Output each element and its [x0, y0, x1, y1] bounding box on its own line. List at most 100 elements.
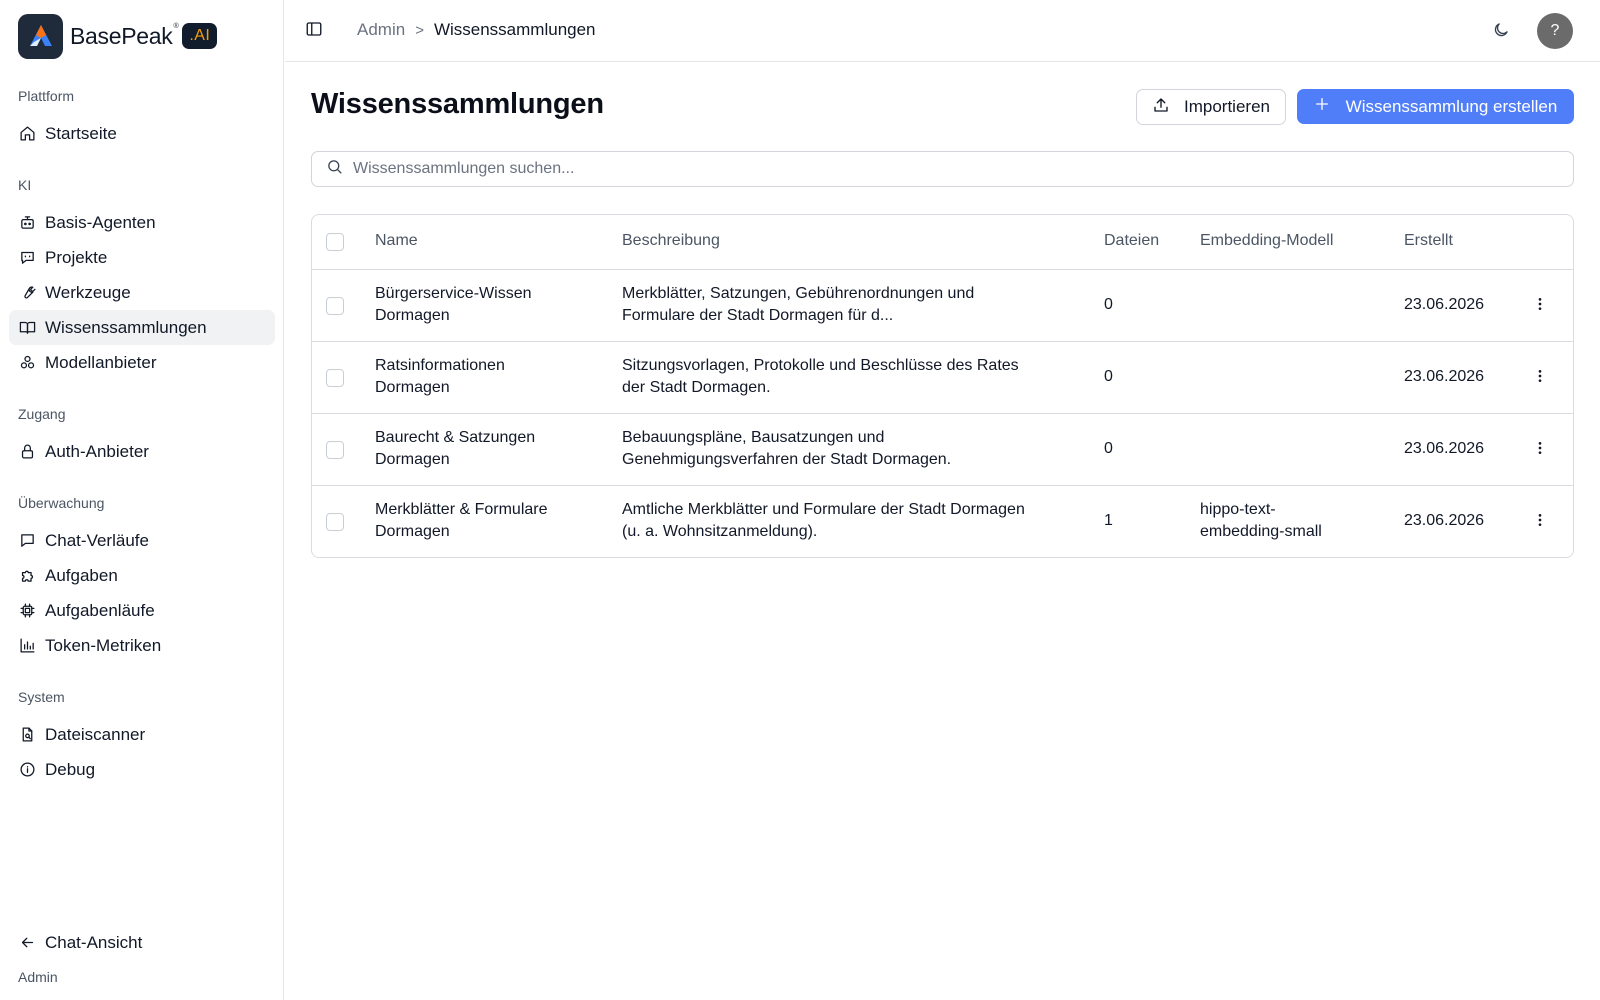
chat-icon	[18, 532, 36, 550]
theme-toggle-button[interactable]	[1489, 20, 1513, 44]
row-actions-button[interactable]	[1530, 294, 1550, 318]
search-input[interactable]	[353, 160, 1533, 178]
sidebar-item-label: Token-Metriken	[45, 635, 162, 655]
search-icon	[326, 158, 343, 180]
sidebar-item-label: Werkzeuge	[45, 282, 131, 302]
sidebar-item-wissenssammlungen[interactable]: Wissenssammlungen	[9, 310, 275, 345]
breadcrumb-current: Wissenssammlungen	[433, 20, 596, 39]
row-name: Merkblätter & Formulare Dormagen	[375, 501, 548, 540]
sidebar-item-label: Startseite	[45, 123, 117, 143]
row-checkbox[interactable]	[326, 297, 344, 315]
column-header-embedding-modell[interactable]: Embedding-Modell	[1200, 232, 1333, 250]
sidebar-item-label: Aufgabenläufe	[45, 600, 155, 620]
row-description: Sitzungsvorlagen, Protokolle und Beschlü…	[622, 357, 1019, 396]
upload-icon	[1152, 96, 1170, 119]
breadcrumb: Admin > Wissenssammlungen	[357, 20, 596, 40]
sidebar-item-token-metriken[interactable]: Token-Metriken	[9, 628, 275, 663]
sidebar-item-aufgaben[interactable]: Aufgaben	[9, 558, 275, 593]
section-label-plattform: Plattform	[18, 88, 75, 104]
info-icon	[18, 761, 36, 779]
panel-left-icon	[305, 20, 323, 43]
back-to-chat-link[interactable]: Chat-Ansicht	[9, 925, 275, 960]
column-header-beschreibung[interactable]: Beschreibung	[622, 232, 720, 250]
moon-icon	[1492, 21, 1510, 44]
book-icon	[18, 319, 36, 337]
sidebar-item-werkzeuge[interactable]: Werkzeuge	[9, 275, 275, 310]
plus-icon	[1314, 96, 1330, 117]
footer-user: Admin	[18, 969, 58, 985]
row-checkbox[interactable]	[326, 441, 344, 459]
cpu-icon	[18, 602, 36, 620]
sidebar-item-basis-agenten[interactable]: Basis-Agenten	[9, 205, 275, 240]
sidebar-item-modellanbieter[interactable]: Modellanbieter	[9, 345, 275, 380]
sidebar-item-label: Auth-Anbieter	[45, 441, 149, 461]
row-files: 0	[1104, 296, 1113, 313]
section-label-system: System	[18, 689, 65, 705]
arrow-left-icon	[18, 934, 36, 952]
collections-table: Name Beschreibung Dateien Embedding-Mode…	[311, 214, 1574, 558]
row-name: Bürgerservice-Wissen Dormagen	[375, 285, 532, 324]
sidebar-item-dateiscanner[interactable]: Dateiscanner	[9, 717, 275, 752]
row-created: 23.06.2026	[1404, 296, 1485, 313]
sidebar-item-projekte[interactable]: Projekte	[9, 240, 275, 275]
more-vertical-icon	[1532, 512, 1548, 533]
sidebar-item-startseite[interactable]: Startseite	[9, 116, 275, 151]
breadcrumb-admin[interactable]: Admin	[357, 20, 405, 40]
sidebar-item-auth-anbieter[interactable]: Auth-Anbieter	[9, 434, 275, 469]
message-bot-icon	[18, 249, 36, 267]
sidebar-item-label: Modellanbieter	[45, 352, 157, 372]
table-row[interactable]: Baurecht & Satzungen Dormagen Bebauungspl…	[312, 414, 1573, 486]
table-row[interactable]: Ratsinformationen Dormagen Sitzungsvorlag…	[312, 342, 1573, 414]
sidebar-item-label: Projekte	[45, 247, 108, 267]
brand[interactable]: BasePeak® .AI	[18, 13, 218, 59]
sidebar-item-label: Basis-Agenten	[45, 212, 156, 232]
row-actions-button[interactable]	[1530, 510, 1550, 534]
section-label-ueberwachung: Überwachung	[18, 495, 105, 511]
row-actions-button[interactable]	[1530, 366, 1550, 390]
row-checkbox[interactable]	[326, 369, 344, 387]
select-all-checkbox[interactable]	[326, 233, 344, 251]
import-button-label: Importieren	[1184, 97, 1270, 116]
row-files: 0	[1104, 368, 1113, 385]
row-description: Bebauungspläne, Bausatzungen und Genehmig…	[622, 429, 952, 468]
row-description: Merkblätter, Satzungen, Gebührenordnunge…	[622, 285, 975, 324]
table-row[interactable]: Bürgerservice-Wissen Dormagen Merkblätter…	[312, 270, 1573, 342]
more-vertical-icon	[1532, 440, 1548, 461]
sidebar-item-label: Wissenssammlungen	[45, 317, 207, 337]
sidebar-toggle-button[interactable]	[303, 20, 325, 42]
row-embedding-model: hippo-text-embedding-small	[1200, 501, 1322, 540]
breadcrumb-chevron-icon: >	[415, 21, 424, 39]
row-description: Amtliche Merkblätter und Formulare der S…	[622, 501, 1025, 540]
row-created: 23.06.2026	[1404, 440, 1485, 457]
search-box	[311, 151, 1574, 187]
lock-icon	[18, 443, 36, 461]
sidebar-item-debug[interactable]: Debug	[9, 752, 275, 787]
create-collection-button-label: Wissenssammlung erstellen	[1345, 96, 1558, 116]
brand-ai-badge: .AI	[182, 23, 218, 49]
avatar[interactable]: ?	[1537, 13, 1573, 49]
row-created: 23.06.2026	[1404, 512, 1485, 529]
row-actions-button[interactable]	[1530, 438, 1550, 462]
sidebar-item-label: Aufgaben	[45, 565, 118, 585]
row-name: Ratsinformationen Dormagen	[375, 357, 505, 396]
boxes-icon	[18, 354, 36, 372]
topbar: Admin > Wissenssammlungen ?	[285, 0, 1600, 62]
row-files: 1	[1104, 512, 1113, 529]
bot-icon	[18, 214, 36, 232]
sidebar-item-chat-verlaeufe[interactable]: Chat-Verläufe	[9, 523, 275, 558]
page-title: Wissenssammlungen	[311, 88, 604, 120]
bar-chart-icon	[18, 637, 36, 655]
brand-logo-icon	[18, 13, 63, 59]
more-vertical-icon	[1532, 296, 1548, 317]
create-collection-button[interactable]: Wissenssammlung erstellen	[1297, 89, 1574, 124]
row-checkbox[interactable]	[326, 513, 344, 531]
column-header-name[interactable]: Name	[375, 232, 418, 250]
column-header-erstellt[interactable]: Erstellt	[1404, 232, 1453, 250]
import-button[interactable]: Importieren	[1136, 89, 1286, 125]
sidebar: BasePeak® .AI Plattform Startseite KI Ba…	[0, 0, 284, 1000]
back-to-chat-label: Chat-Ansicht	[45, 932, 143, 952]
sidebar-item-aufgabenlaeufe[interactable]: Aufgabenläufe	[9, 593, 275, 628]
column-header-dateien[interactable]: Dateien	[1104, 232, 1159, 250]
table-row[interactable]: Merkblätter & Formulare Dormagen Amtliche…	[312, 486, 1573, 557]
sidebar-item-label: Chat-Verläufe	[45, 530, 149, 550]
